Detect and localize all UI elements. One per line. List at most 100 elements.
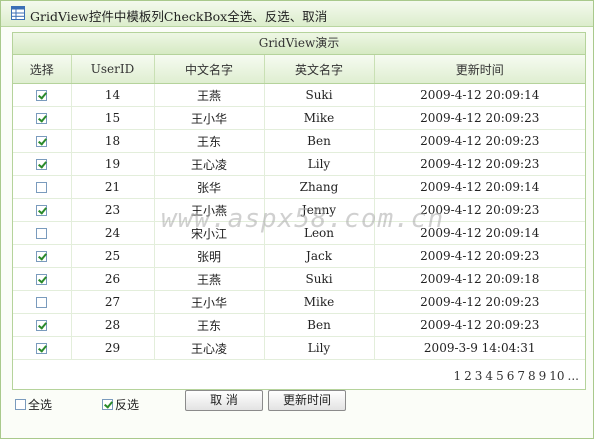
update-time-cell: 2009-4-12 20:09:14 [374, 221, 585, 245]
row-select-checkbox[interactable] [36, 274, 48, 285]
cancel-button[interactable]: 取 消 [185, 390, 263, 411]
userid-cell: 19 [71, 152, 155, 176]
select-cell [13, 175, 72, 199]
column-header-userid[interactable]: UserID [71, 55, 155, 84]
pager-page-link[interactable]: 1 [454, 369, 462, 383]
invert-select-checkbox[interactable] [102, 399, 113, 410]
english-name-cell: Zhang [264, 175, 375, 199]
pager-more-link[interactable]: ... [568, 369, 579, 383]
pager-page-link[interactable]: 7 [517, 369, 525, 383]
row-select-checkbox[interactable] [36, 297, 48, 308]
row-select-checkbox[interactable] [36, 228, 48, 239]
update-time-cell: 2009-4-12 20:09:23 [374, 244, 585, 268]
update-time-cell: 2009-4-12 20:09:23 [374, 313, 585, 337]
row-select-checkbox[interactable] [36, 205, 48, 216]
row-select-checkbox[interactable] [36, 136, 48, 147]
update-time-cell: 2009-4-12 20:09:23 [374, 290, 585, 314]
userid-cell: 21 [71, 175, 155, 199]
userid-cell: 25 [71, 244, 155, 268]
select-cell [13, 336, 72, 360]
userid-cell: 15 [71, 106, 155, 130]
table-row: 29 王心凌 Lily 2009-3-9 14:04:31 [13, 336, 585, 360]
pager-page-link[interactable]: 8 [528, 369, 536, 383]
select-all-control[interactable]: 全选 [15, 396, 52, 413]
column-header-english-name[interactable]: 英文名字 [264, 55, 375, 84]
english-name-cell: Mike [264, 290, 375, 314]
update-time-cell: 2009-4-12 20:09:14 [374, 83, 585, 107]
table-row: 26 王燕 Suki 2009-4-12 20:09:18 [13, 267, 585, 291]
chinese-name-cell: 张明 [154, 244, 265, 268]
column-header-chinese-name[interactable]: 中文名字 [154, 55, 265, 84]
row-select-checkbox[interactable] [36, 251, 48, 262]
select-cell [13, 244, 72, 268]
row-select-checkbox[interactable] [36, 90, 48, 101]
english-name-cell: Lily [264, 336, 375, 360]
select-all-label: 全选 [28, 398, 53, 412]
chinese-name-cell: 王小华 [154, 290, 265, 314]
select-cell [13, 83, 72, 107]
chinese-name-cell: 王心凌 [154, 336, 265, 360]
chinese-name-cell: 王东 [154, 313, 265, 337]
update-time-cell: 2009-4-12 20:09:23 [374, 152, 585, 176]
chinese-name-cell: 王小华 [154, 106, 265, 130]
chinese-name-cell: 王燕 [154, 83, 265, 107]
table-row: 21 张华 Zhang 2009-4-12 20:09:14 [13, 175, 585, 199]
select-cell [13, 152, 72, 176]
gridview-panel: GridView演示 选择 UserID 中文名字 英文名字 更新时间 14 王燕… [12, 32, 586, 390]
pager-page-link[interactable]: 4 [485, 369, 493, 383]
column-header-select[interactable]: 选择 [13, 55, 72, 84]
select-cell [13, 221, 72, 245]
window-title: GridView控件中模板列CheckBox全选、反选、取消 [30, 9, 328, 24]
table-row: 28 王东 Ben 2009-4-12 20:09:23 [13, 313, 585, 337]
window-frame: GridView控件中模板列CheckBox全选、反选、取消 GridView演… [0, 0, 594, 439]
update-time-button[interactable]: 更新时间 [268, 390, 346, 411]
pager-page-link[interactable]: 3 [475, 369, 483, 383]
table-row: 14 王燕 Suki 2009-4-12 20:09:14 [13, 83, 585, 107]
userid-cell: 23 [71, 198, 155, 222]
data-grid: 选择 UserID 中文名字 英文名字 更新时间 14 王燕 Suki 2009-4-… [13, 55, 585, 360]
update-time-cell: 2009-3-9 14:04:31 [374, 336, 585, 360]
pager-page-link[interactable]: 5 [496, 369, 504, 383]
english-name-cell: Suki [264, 267, 375, 291]
english-name-cell: Mike [264, 106, 375, 130]
userid-cell: 27 [71, 290, 155, 314]
update-time-cell: 2009-4-12 20:09:23 [374, 198, 585, 222]
update-time-cell: 2009-4-12 20:09:14 [374, 175, 585, 199]
chinese-name-cell: 王东 [154, 129, 265, 153]
invert-select-control[interactable]: 反选 [102, 396, 139, 413]
row-select-checkbox[interactable] [36, 113, 48, 124]
english-name-cell: Jenny [264, 198, 375, 222]
grid-header-row: 选择 UserID 中文名字 英文名字 更新时间 [13, 55, 585, 84]
row-select-checkbox[interactable] [36, 182, 48, 193]
table-icon [11, 6, 25, 20]
userid-cell: 26 [71, 267, 155, 291]
select-cell [13, 290, 72, 314]
pager: 1 2 3 4 5 6 7 8 9 10... [451, 369, 580, 383]
select-cell [13, 198, 72, 222]
chinese-name-cell: 王心凌 [154, 152, 265, 176]
userid-cell: 18 [71, 129, 155, 153]
select-cell [13, 106, 72, 130]
row-select-checkbox[interactable] [36, 320, 48, 331]
pager-page-link[interactable]: 6 [507, 369, 515, 383]
chinese-name-cell: 王燕 [154, 267, 265, 291]
row-select-checkbox[interactable] [36, 159, 48, 170]
title-bar: GridView控件中模板列CheckBox全选、反选、取消 [1, 1, 593, 27]
pager-page-link[interactable]: 10 [549, 369, 564, 383]
userid-cell: 24 [71, 221, 155, 245]
table-row: 18 王东 Ben 2009-4-12 20:09:23 [13, 129, 585, 153]
table-row: 23 王小燕 Jenny 2009-4-12 20:09:23 [13, 198, 585, 222]
select-cell [13, 129, 72, 153]
update-time-cell: 2009-4-12 20:09:18 [374, 267, 585, 291]
pager-page-link[interactable]: 2 [464, 369, 472, 383]
column-header-update-time[interactable]: 更新时间 [374, 55, 585, 84]
update-time-cell: 2009-4-12 20:09:23 [374, 106, 585, 130]
table-row: 27 王小华 Mike 2009-4-12 20:09:23 [13, 290, 585, 314]
table-row: 25 张明 Jack 2009-4-12 20:09:23 [13, 244, 585, 268]
row-select-checkbox[interactable] [36, 343, 48, 354]
select-all-checkbox[interactable] [15, 399, 26, 410]
userid-cell: 29 [71, 336, 155, 360]
pager-page-link[interactable]: 9 [539, 369, 547, 383]
chinese-name-cell: 张华 [154, 175, 265, 199]
table-row: 24 宋小江 Leon 2009-4-12 20:09:14 [13, 221, 585, 245]
